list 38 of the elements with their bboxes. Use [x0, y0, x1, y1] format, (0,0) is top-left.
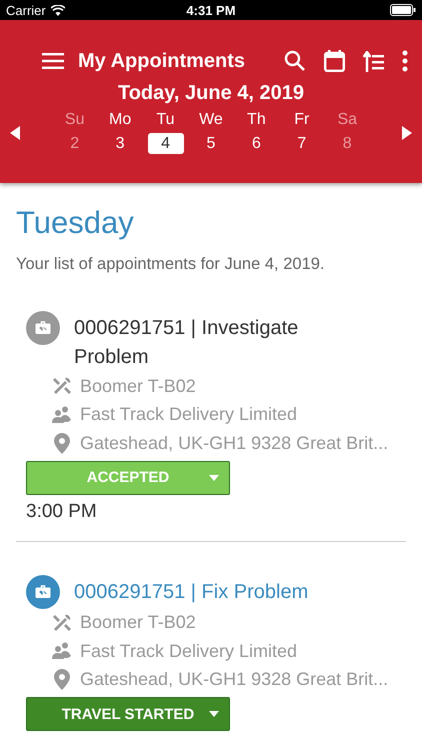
battery-icon — [390, 4, 416, 16]
sort-icon[interactable] — [363, 50, 384, 72]
tools-icon — [52, 376, 72, 396]
address-text: Gateshead, UK-GH1 9328 Great Brit... — [80, 669, 388, 690]
appointment-title[interactable]: 0006291751 | Fix Problem — [74, 578, 308, 606]
day-button[interactable]: Th 6 — [236, 111, 276, 154]
address-text: Gateshead, UK-GH1 9328 Great Brit... — [80, 432, 388, 454]
day-button[interactable]: Mo 3 — [100, 111, 140, 154]
list-description: Your list of appointments for June 4, 2019. — [16, 255, 326, 274]
location-pin-icon — [52, 669, 72, 690]
more-icon[interactable] — [402, 50, 408, 72]
carrier-label: Carrier — [6, 2, 46, 18]
appointment-time: 3:00 PM — [26, 500, 98, 522]
day-button[interactable]: Tu 4 — [146, 111, 186, 154]
appointment-title: 0006291751 | Investigate Problem — [74, 316, 300, 370]
app-title: My Appointments — [78, 50, 246, 72]
customer-name: Fast Track Delivery Limited — [80, 404, 298, 426]
calendar-icon[interactable] — [324, 50, 345, 72]
toolbox-icon — [26, 574, 60, 608]
day-heading: Tuesday — [16, 205, 135, 241]
day-button[interactable]: We 5 — [190, 111, 231, 154]
caret-icon — [209, 711, 219, 717]
location-pin-icon — [52, 432, 72, 454]
caret-icon — [209, 474, 219, 480]
status-dropdown[interactable]: TRAVEL STARTED — [26, 697, 230, 731]
people-icon — [52, 406, 72, 424]
clock-time: 4:31 PM — [186, 2, 236, 18]
menu-icon[interactable] — [42, 53, 64, 69]
day-button[interactable]: Fr 7 — [282, 111, 322, 154]
equipment-name: Boomer T-B02 — [80, 376, 196, 397]
toolbox-icon — [26, 311, 60, 345]
people-icon — [52, 642, 72, 660]
wifi-icon — [50, 4, 65, 16]
search-icon[interactable] — [284, 50, 306, 72]
equipment-name: Boomer T-B02 — [80, 612, 196, 634]
tools-icon — [52, 612, 72, 633]
current-date: Today, June 4, 2019 — [116, 82, 305, 105]
customer-name: Fast Track Delivery Limited — [80, 640, 298, 662]
